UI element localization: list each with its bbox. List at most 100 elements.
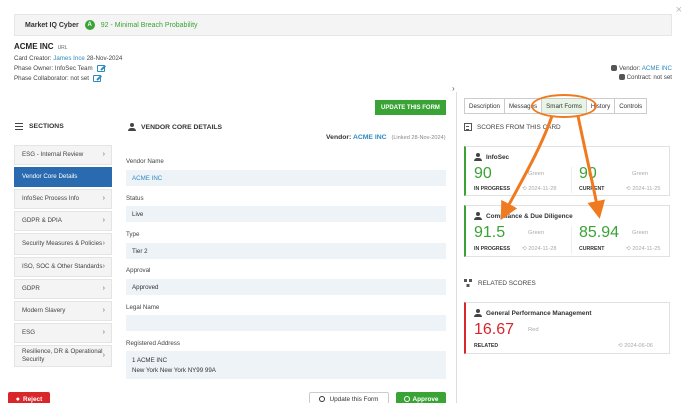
reject-button[interactable]: ● Reject <box>8 392 50 403</box>
sections-heading: SECTIONS <box>15 123 64 130</box>
chevron-right-icon: › <box>102 307 105 315</box>
legal-name-field[interactable] <box>126 315 446 331</box>
score-divider <box>571 167 572 193</box>
vendor-meta-label: Vendor: <box>619 65 641 72</box>
form-vendor-link[interactable]: ACME INC <box>353 134 387 141</box>
section-item[interactable]: Vendor Core Details› <box>14 167 112 187</box>
vendor-meta: Vendor: ACME INC <box>611 65 672 72</box>
form-vendor-label: Vendor: <box>326 134 352 141</box>
update-form-button[interactable]: UPDATE THIS FORM <box>375 100 446 115</box>
form-heading-text: VENDOR CORE DETAILS <box>141 123 223 131</box>
score-status: IN PROGRESS <box>474 186 511 192</box>
type-label: Type <box>126 231 140 238</box>
score-status: RELATED <box>474 343 499 349</box>
section-item-label: Vendor Core Details <box>22 172 78 180</box>
scorecard-icon <box>464 123 472 131</box>
hierarchy-icon <box>464 279 473 287</box>
edit-icon[interactable] <box>92 75 101 82</box>
score-date: ⟲ 2024-06-06 <box>618 343 653 349</box>
score-title-text: General Performance Management <box>486 309 592 317</box>
address-field[interactable]: 1 ACME INC New York New York NY99 99A <box>126 351 446 379</box>
score-rating: Red <box>528 327 539 333</box>
person-icon <box>474 309 482 317</box>
phase-owner-text: Phase Owner: InfoSec Team <box>14 65 93 73</box>
related-scores-heading: RELATED SCORES <box>464 279 536 287</box>
vendor-meta-link[interactable]: ACME INC <box>642 65 672 72</box>
score-card-compliance[interactable]: Compliance & Due Diligence 91.5 Green IN… <box>464 205 670 257</box>
chevron-right-icon: › <box>102 263 105 271</box>
annotation-highlight-circle <box>531 94 597 118</box>
vendor-name-field[interactable]: ACME INC <box>126 170 446 186</box>
form-vendor-line: Vendor: ACME INC (Linked 28-Nov-2024) <box>326 134 446 141</box>
grade-badge: A <box>84 20 95 30</box>
section-item[interactable]: ESG - Internal Review › <box>14 145 112 165</box>
section-item[interactable]: Modern Slavery › <box>14 301 112 321</box>
tab-controls[interactable]: Controls <box>614 98 648 114</box>
score-card-infosec[interactable]: InfoSec 90 Green IN PROGRESS ⟲ 2024-11-2… <box>464 146 670 196</box>
update-form-bottom-button[interactable]: Update this Form <box>309 392 389 403</box>
score-card-title: General Performance Management <box>474 309 591 317</box>
chevron-right-icon: › <box>102 217 105 225</box>
approval-field[interactable]: Approved <box>126 279 446 295</box>
phase-collaborator-text: Phase Collaborator: not set <box>14 75 89 83</box>
contract-text: Contract: not set <box>626 74 672 81</box>
section-item-label: GDPR & DPIA <box>22 216 62 224</box>
section-item[interactable]: Security Measures & Policies › <box>14 233 112 255</box>
person-icon <box>128 123 136 131</box>
creator-label: Card Creator: <box>14 55 52 62</box>
section-item[interactable]: GDPR & DPIA › <box>14 211 112 231</box>
score-value: 85.94 <box>579 224 620 241</box>
address-line-2: New York New York NY99 99A <box>132 366 216 374</box>
company-title: ACME INC URL <box>14 42 68 51</box>
approval-label: Approval <box>126 267 151 274</box>
address-label: Registered Address <box>126 340 180 347</box>
score-value: 91.5 <box>474 224 506 241</box>
score-status: IN PROGRESS <box>474 246 511 252</box>
sections-heading-text: SECTIONS <box>29 123 64 130</box>
score-date-text: 2024-11-28 <box>528 246 557 252</box>
chevron-right-icon: › <box>102 285 105 293</box>
score-status: CURRENT <box>579 246 605 252</box>
score-rating: Green <box>632 171 649 177</box>
score-date-text: 2024-11-28 <box>528 186 557 192</box>
vendor-name-label: Vendor Name <box>126 158 164 165</box>
close-icon[interactable]: × <box>676 4 682 16</box>
section-item-label: ESG <box>22 328 36 336</box>
related-heading-text: RELATED SCORES <box>478 279 536 287</box>
company-url-tag[interactable]: URL <box>58 45 68 51</box>
score-date-text: 2024-11-25 <box>632 246 661 252</box>
scores-heading: SCORES FROM THIS CARD <box>464 123 561 131</box>
status-field[interactable]: Live <box>126 206 446 222</box>
chevron-right-icon: › <box>102 195 105 203</box>
score-date: ⟲ 2024-11-25 <box>626 246 661 252</box>
score-card-title: Compliance & Due Diligence <box>474 212 573 220</box>
person-icon <box>474 212 482 220</box>
type-field[interactable]: Tier 2 <box>126 243 446 259</box>
approve-button[interactable]: Approve <box>396 392 446 403</box>
approve-label: Approve <box>412 395 439 403</box>
score-status: CURRENT <box>579 186 605 192</box>
score-rating: Green <box>632 230 649 236</box>
reject-label: Reject <box>23 395 43 403</box>
address-line-1: 1 ACME INC <box>132 357 168 364</box>
section-item-label: ESG - Internal Review <box>22 150 84 158</box>
tab-description[interactable]: Description <box>464 98 504 114</box>
check-circle-icon <box>403 396 410 402</box>
section-item[interactable]: ISO, SOC & Other Standards › <box>14 257 112 277</box>
person-icon <box>474 153 482 161</box>
section-item[interactable]: ESG › <box>14 323 112 343</box>
section-item[interactable]: GDPR › <box>14 279 112 299</box>
document-icon <box>618 74 625 81</box>
creator-link[interactable]: James Ince <box>53 55 85 62</box>
contract-meta: Contract: not set <box>618 74 672 81</box>
section-item[interactable]: InfoSec Process Info › <box>14 189 112 209</box>
collapse-panel-icon[interactable]: › <box>452 84 455 93</box>
section-item-label: GDPR <box>22 284 40 292</box>
score-card-related[interactable]: General Performance Management 16.67 Red… <box>464 302 670 354</box>
menu-icon <box>15 123 23 130</box>
section-item[interactable]: Resilience, DR & Operational Security › <box>14 345 112 367</box>
form-linked-text: (Linked 28-Nov-2024) <box>391 135 446 141</box>
reject-icon: ● <box>15 395 21 403</box>
score-banner: Market IQ Cyber A 92 - Minimal Breach Pr… <box>14 14 672 36</box>
edit-icon[interactable] <box>96 65 105 72</box>
